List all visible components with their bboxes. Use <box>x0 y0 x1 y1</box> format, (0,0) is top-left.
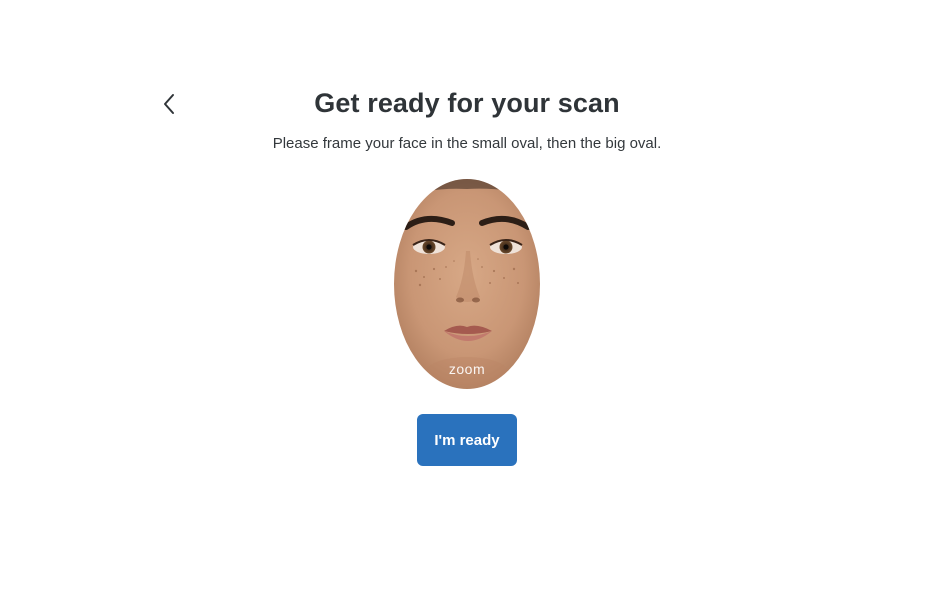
zoom-logo: zoom <box>448 361 486 377</box>
face-oval-preview: zoom <box>394 179 540 389</box>
page-subtitle: Please frame your face in the small oval… <box>272 135 662 152</box>
ready-button[interactable]: I'm ready <box>417 414 517 466</box>
page-title: Get ready for your scan <box>314 88 620 118</box>
face-illustration <box>394 179 540 389</box>
scan-prep-page: Get ready for your scan Please frame you… <box>0 0 934 604</box>
